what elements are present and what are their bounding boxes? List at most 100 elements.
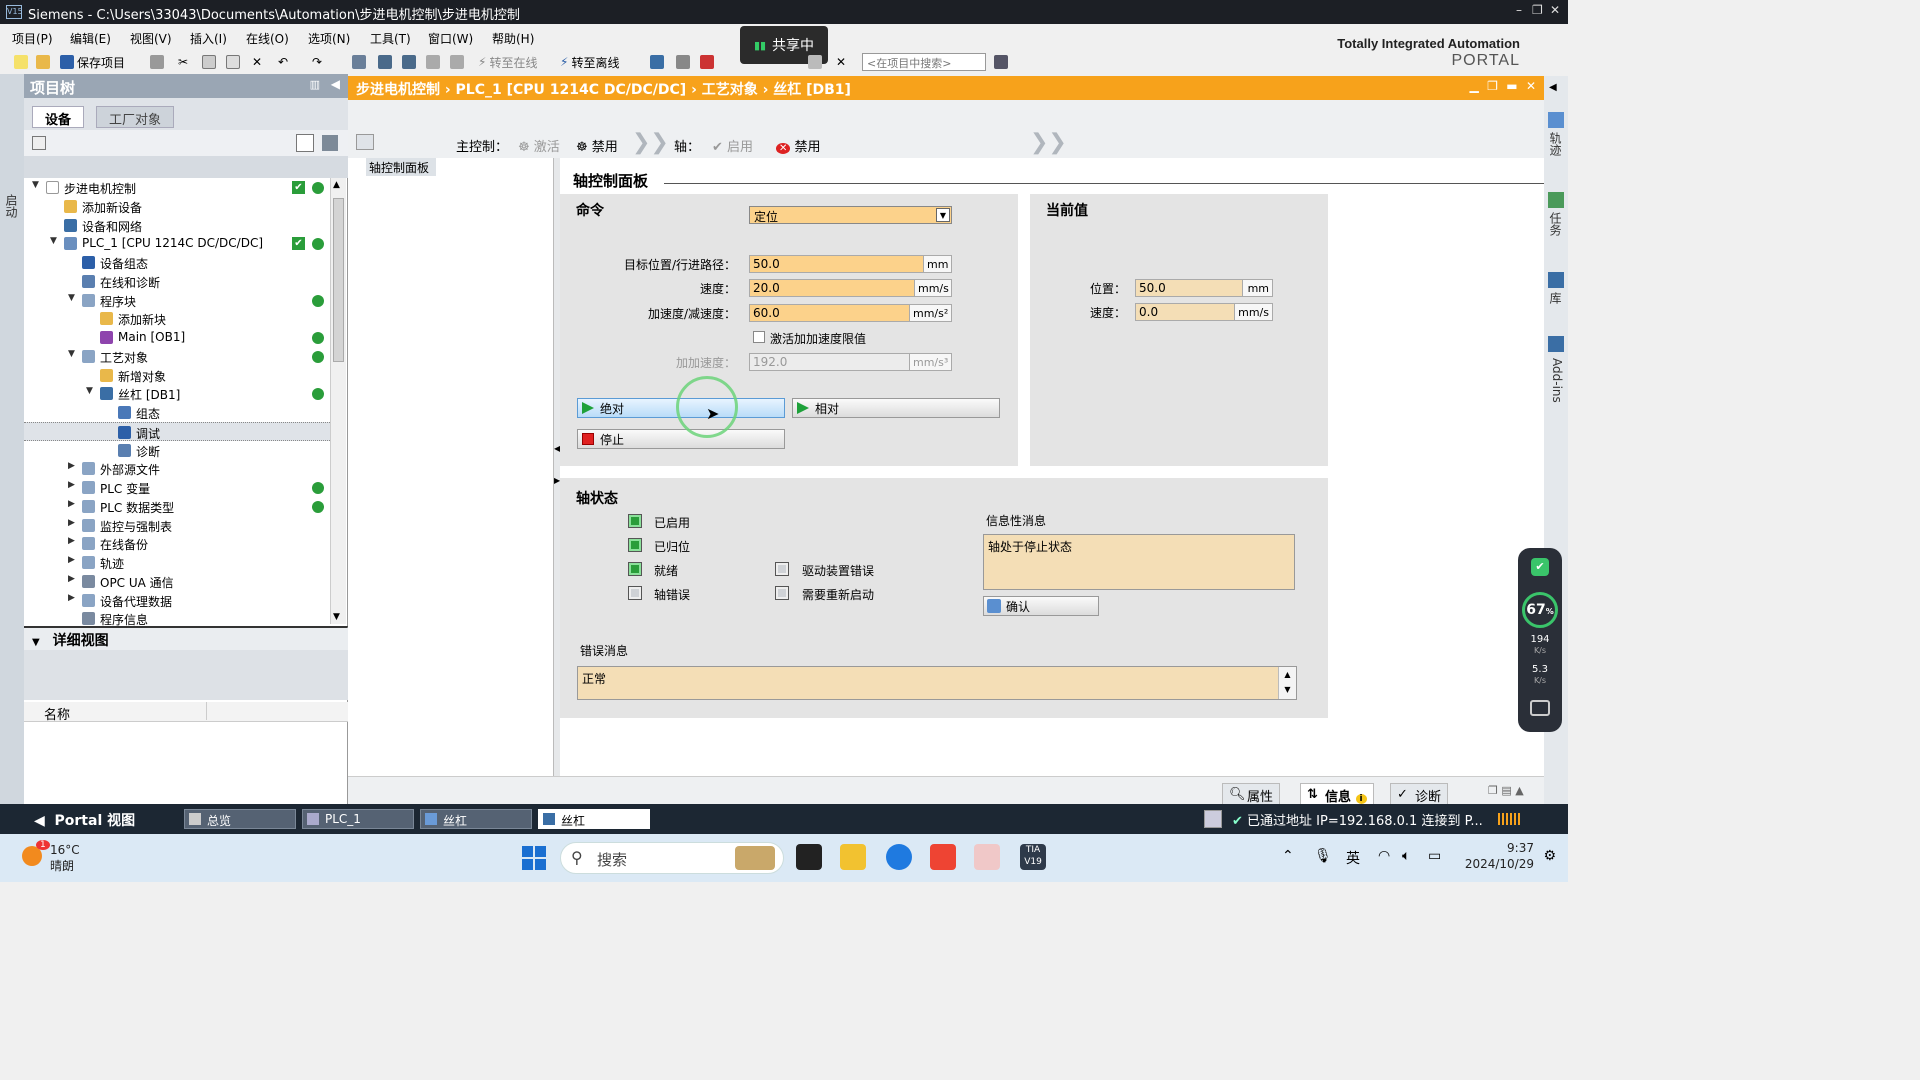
stop-button[interactable]: 停止 xyxy=(577,429,785,449)
tree-item[interactable]: 设备和网络 xyxy=(24,216,330,235)
relative-button[interactable]: 相对 xyxy=(792,398,1000,418)
chevron-down-icon[interactable]: ▼ xyxy=(86,386,93,396)
collapse-left-icon[interactable]: ◀ xyxy=(331,77,340,91)
project-search-input[interactable]: <在项目中搜索> xyxy=(862,53,986,71)
open-project-icon[interactable] xyxy=(36,52,50,72)
chevron-right-icon[interactable]: ▶ xyxy=(68,555,75,565)
tree-item[interactable]: ▶ OPC UA 通信 xyxy=(24,572,330,591)
nav-axis-control-panel[interactable]: 轴控制面板 xyxy=(366,158,436,176)
target-position-input[interactable]: 50.0 xyxy=(749,255,924,273)
menu-view[interactable]: 视图(V) xyxy=(130,30,172,47)
task-overview[interactable]: 总览 xyxy=(184,809,296,829)
stop-cpu-icon[interactable] xyxy=(700,52,714,72)
addins-icon[interactable] xyxy=(1548,336,1564,352)
network-speed-widget[interactable]: ✔ 67% 194 K/s 5.3 K/s xyxy=(1518,548,1562,732)
speed-input[interactable]: 20.0 xyxy=(749,279,915,297)
tree-item[interactable]: ▶ PLC 数据类型 xyxy=(24,497,330,516)
enable-button[interactable]: ✔ 启用 xyxy=(712,136,753,155)
browser-icon[interactable] xyxy=(886,844,912,870)
network-status-icon[interactable] xyxy=(1204,810,1222,828)
delete-icon[interactable]: ✕ xyxy=(252,52,262,72)
detail-view-header[interactable]: ▼ 详细视图 xyxy=(24,628,348,650)
tree-item[interactable]: ▶ 轨迹 xyxy=(24,553,330,572)
tree-item[interactable]: ▶ 在线备份 xyxy=(24,534,330,553)
task-axis-config[interactable]: 丝杠 xyxy=(420,809,532,829)
jerk-limit-checkbox[interactable] xyxy=(753,331,765,343)
tia-portal-app-icon[interactable]: TIA V19 xyxy=(1020,844,1046,870)
tree-item[interactable]: 组态 xyxy=(24,403,330,422)
download-icon[interactable] xyxy=(378,52,392,72)
tree-item[interactable]: 诊断 xyxy=(24,441,330,460)
deactivate-button[interactable]: ☸ 禁用 xyxy=(576,136,618,155)
chevron-right-icon[interactable]: ▶ xyxy=(68,461,75,471)
volume-icon[interactable]: 🔈︎ xyxy=(1402,848,1410,864)
clock[interactable]: 9:37 2024/10/29 xyxy=(1465,840,1534,872)
menu-edit[interactable]: 编辑(E) xyxy=(70,30,111,47)
scroll-down-icon[interactable]: ▼ xyxy=(333,612,340,622)
tab-trace[interactable]: 轨迹 xyxy=(1548,132,1564,156)
go-offline-button[interactable]: ⚡ 转至离线 xyxy=(560,52,619,72)
acceleration-input[interactable]: 60.0 xyxy=(749,304,910,322)
editor-window-controls[interactable]: ▁ ❐ ▬ ✕ xyxy=(1470,79,1536,93)
start-cpu-icon[interactable] xyxy=(676,52,690,72)
chevron-right-icon[interactable]: ▶ xyxy=(68,574,75,584)
copy-icon[interactable] xyxy=(202,52,216,72)
menu-project[interactable]: 项目(P) xyxy=(12,30,53,47)
search-go-icon[interactable] xyxy=(994,52,1008,72)
tree-item[interactable]: 新增对象 xyxy=(24,366,330,385)
task-plc1[interactable]: PLC_1 xyxy=(302,809,414,829)
trace-icon[interactable] xyxy=(1548,112,1564,128)
tab-plant-objects[interactable]: 工厂对象 xyxy=(96,106,175,128)
collapse-right-icon[interactable]: ◀ xyxy=(1549,82,1557,93)
detail-col-name[interactable]: 名称 xyxy=(24,702,348,723)
activate-button[interactable]: ☸ 激活 xyxy=(518,136,560,155)
scroll-thumb[interactable] xyxy=(333,198,344,362)
paste-icon[interactable] xyxy=(226,52,240,72)
tray-chevron-icon[interactable]: ⌃ xyxy=(1282,848,1294,864)
tree-item[interactable]: 添加新设备 xyxy=(24,197,330,216)
tree-item[interactable]: ▶ PLC 变量 xyxy=(24,478,330,497)
tree-item[interactable]: ▶ 监控与强制表 xyxy=(24,516,330,535)
error-scrollbar[interactable]: ▲ ▼ xyxy=(1278,667,1296,699)
menu-window[interactable]: 窗口(W) xyxy=(428,30,473,47)
cut-icon[interactable]: ✂ xyxy=(178,52,188,72)
chevron-down-icon[interactable]: ▼ xyxy=(68,349,75,359)
tree-item[interactable]: ▶ 设备代理数据 xyxy=(24,591,330,610)
close-icon[interactable]: ✕ xyxy=(1550,3,1560,17)
save-project-button[interactable]: 保存项目 xyxy=(60,52,125,72)
tab-addins[interactable]: Add-ins xyxy=(1548,358,1564,403)
tab-properties[interactable]: 🔍︎ 属性 xyxy=(1222,783,1281,805)
simulation-icon[interactable] xyxy=(426,52,440,72)
redo-icon[interactable]: ↷ xyxy=(312,52,322,72)
file-explorer-icon[interactable] xyxy=(840,844,866,870)
chevron-down-icon[interactable]: ▼ xyxy=(32,180,39,190)
chevron-right-icon[interactable]: ▶ xyxy=(68,499,75,509)
tree-item[interactable]: 设备组态 xyxy=(24,253,330,272)
chevron-down-icon[interactable]: ▼ xyxy=(936,208,950,222)
notification-icon[interactable]: ⚙ xyxy=(1543,848,1556,864)
chevron-right-icon[interactable]: ▶ xyxy=(68,536,75,546)
chevron-right-icon[interactable]: ▶ xyxy=(68,518,75,528)
tab-diagnostics[interactable]: ✓ 诊断 xyxy=(1390,783,1449,805)
qq-icon[interactable] xyxy=(974,844,1000,870)
scroll-up-icon[interactable]: ▲ xyxy=(333,180,340,190)
battery-icon[interactable]: ▭ xyxy=(1428,848,1441,864)
tree-item[interactable]: ▼ 步进电机控制 ✔ xyxy=(24,178,330,197)
tab-library[interactable]: 库 xyxy=(1548,292,1564,304)
tree-item[interactable]: ▼ PLC_1 [CPU 1214C DC/DC/DC] ✔ xyxy=(24,234,330,253)
tree-item[interactable]: ▼ 程序块 xyxy=(24,291,330,310)
menu-insert[interactable]: 插入(I) xyxy=(190,30,227,47)
tree-item[interactable]: ▼ 工艺对象 xyxy=(24,347,330,366)
undo-icon[interactable]: ↶ xyxy=(278,52,288,72)
menu-options[interactable]: 选项(N) xyxy=(308,30,350,47)
new-project-icon[interactable] xyxy=(14,52,28,72)
acknowledge-button[interactable]: 确认 xyxy=(983,596,1099,616)
menu-tools[interactable]: 工具(T) xyxy=(370,30,411,47)
close-editor-icon[interactable]: ✕ xyxy=(836,52,846,72)
windows-start-icon[interactable] xyxy=(522,846,546,870)
tree-item[interactable]: 添加新块 xyxy=(24,309,330,328)
accessible-devices-icon[interactable] xyxy=(650,52,664,72)
ime-indicator[interactable]: 英 xyxy=(1346,848,1360,868)
menu-online[interactable]: 在线(O) xyxy=(246,30,289,47)
restore-icon[interactable]: ❐ xyxy=(1532,3,1543,17)
